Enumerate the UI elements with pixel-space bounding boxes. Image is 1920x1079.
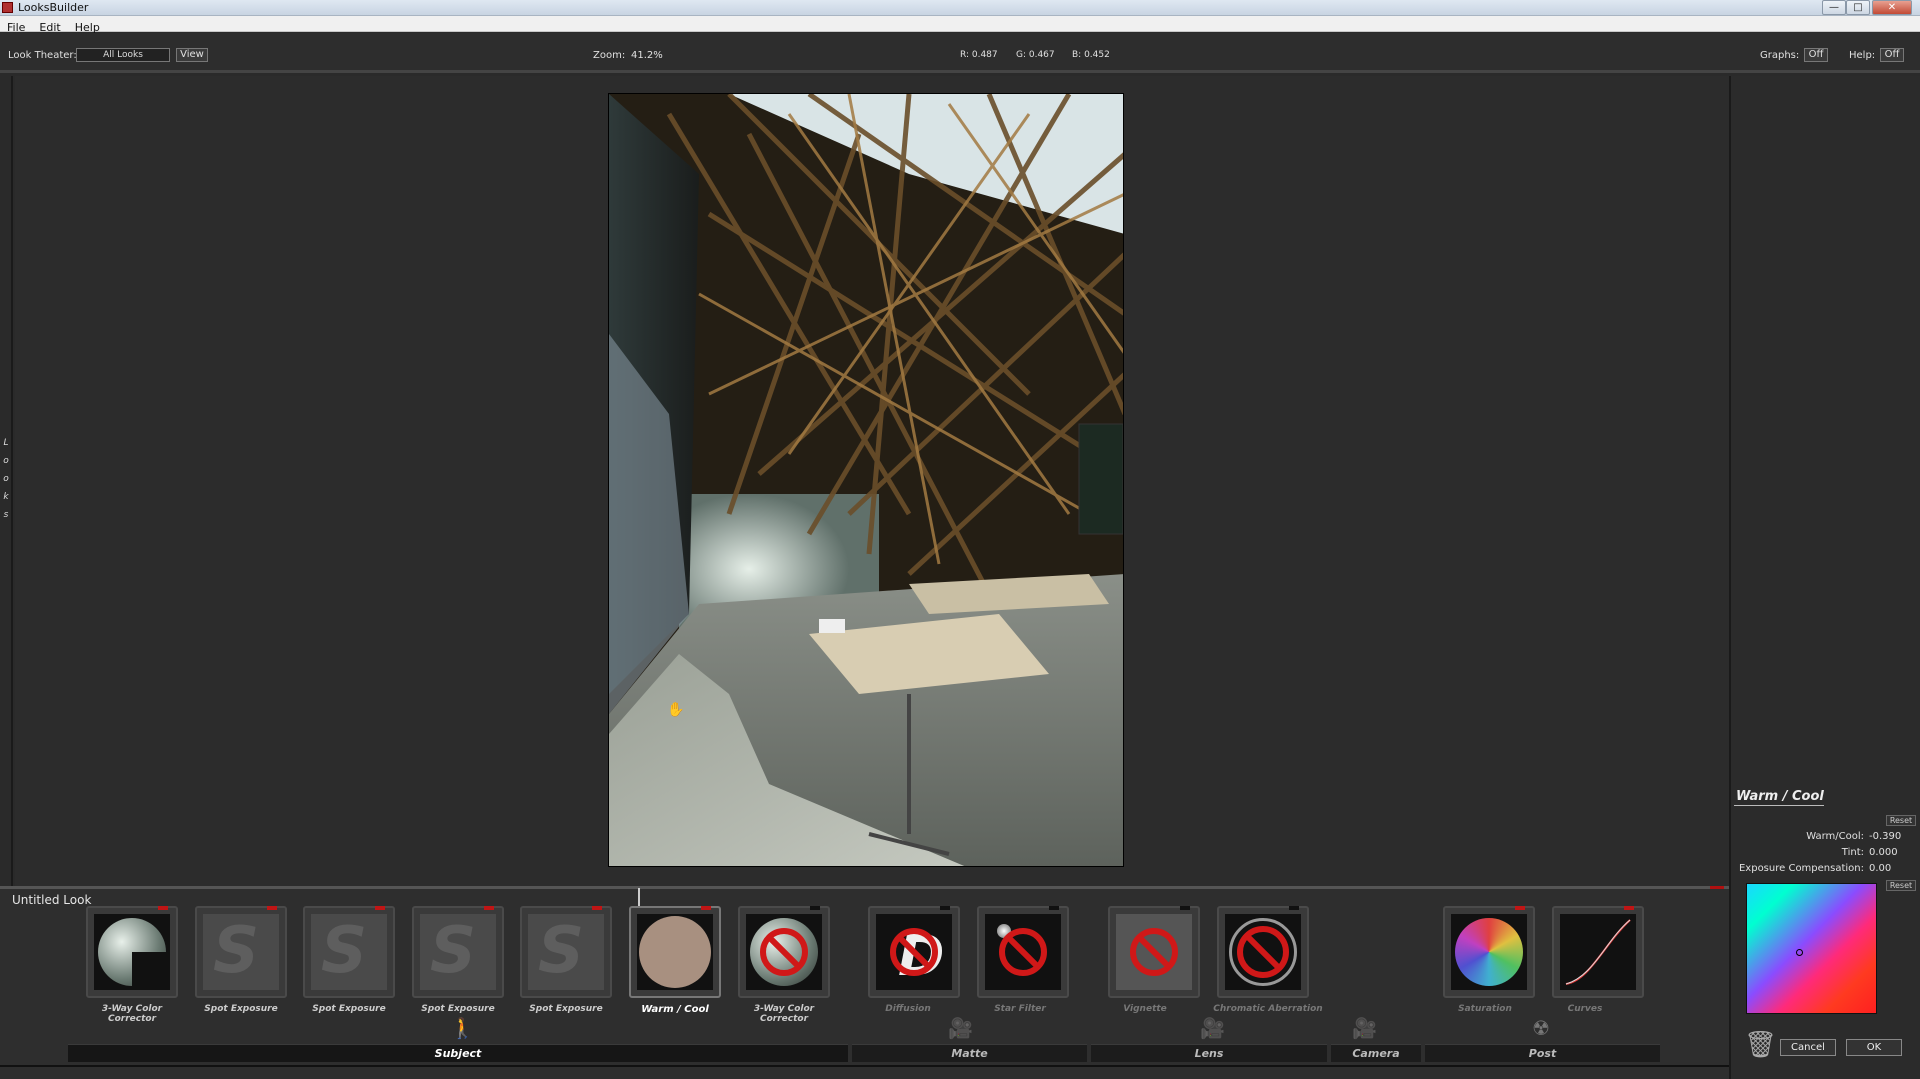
- lens-icon: 🎥: [1200, 1016, 1225, 1040]
- tool-spot-exposure-1[interactable]: S: [195, 906, 287, 998]
- view-button[interactable]: View: [176, 48, 208, 62]
- tool-label-vignette: Vignette: [1123, 1004, 1167, 1014]
- spot-exposure-icon: S: [321, 914, 368, 988]
- tint-value[interactable]: 0.000: [1869, 847, 1898, 858]
- tool-diffusion[interactable]: D: [868, 906, 960, 998]
- menu-bar: File Edit Help: [0, 16, 1920, 34]
- tool-chromatic-aberration[interactable]: [1217, 906, 1309, 998]
- saturation-wheel-icon: [1455, 918, 1523, 986]
- graphs-label: Graphs:: [1760, 50, 1800, 61]
- trash-icon[interactable]: 🗑: [1744, 1030, 1777, 1060]
- category-post[interactable]: Post: [1425, 1044, 1660, 1062]
- tint-label: Tint:: [1841, 847, 1864, 858]
- zoom-label: Zoom:: [593, 50, 626, 61]
- tool-label-3way-color-corrector: 3-Way Color Corrector: [101, 1004, 163, 1024]
- menu-help[interactable]: Help: [68, 20, 107, 34]
- warm-cool-value[interactable]: -0.390: [1869, 831, 1901, 842]
- timeline-end-marker: [1710, 886, 1724, 889]
- preview-image[interactable]: ✋: [608, 93, 1124, 867]
- menu-file[interactable]: File: [0, 20, 32, 34]
- panel-title-underline: [1734, 805, 1824, 806]
- tool-label-spot-exposure-3: Spot Exposure: [421, 1004, 495, 1014]
- help-toggle[interactable]: Off: [1880, 48, 1904, 62]
- tool-spot-exposure-2[interactable]: S: [303, 906, 395, 998]
- tool-label-chromatic-aberration: Chromatic Aberration: [1213, 1004, 1323, 1014]
- layer-insert-marker[interactable]: [638, 888, 640, 906]
- color-picker[interactable]: [1746, 883, 1877, 1014]
- color-picker-cursor[interactable]: [1796, 949, 1803, 956]
- blue-readout: B: 0.452: [1072, 50, 1110, 60]
- tool-label-spot-exposure-1: Spot Exposure: [204, 1004, 278, 1014]
- tool-saturation[interactable]: [1443, 906, 1535, 998]
- exposure-compensation-label: Exposure Compensation:: [1738, 863, 1864, 874]
- tool-label-diffusion: Diffusion: [885, 1004, 931, 1014]
- panel-title: Warm / Cool: [1736, 789, 1824, 804]
- looks-drawer-tab[interactable]: Looks: [0, 76, 13, 886]
- tool-warm-cool[interactable]: [629, 906, 721, 998]
- look-theater-label: Look Theater:: [8, 50, 77, 61]
- toolbar: Look Theater: All Looks View Zoom: 41.2%…: [0, 33, 1920, 73]
- matte-box-icon: 🎥: [948, 1016, 973, 1040]
- spot-exposure-icon: S: [538, 914, 585, 988]
- help-label: Help:: [1849, 50, 1876, 61]
- tool-label-saturation: Saturation: [1458, 1004, 1512, 1014]
- look-name[interactable]: Untitled Look: [12, 893, 91, 907]
- tool-vignette[interactable]: [1108, 906, 1200, 998]
- tool-label-star-filter: Star Filter: [994, 1004, 1046, 1014]
- tool-label-warm-cool: Warm / Cool: [641, 1004, 709, 1015]
- tool-star-filter[interactable]: [977, 906, 1069, 998]
- category-subject[interactable]: Subject: [68, 1044, 848, 1062]
- spot-exposure-icon: S: [430, 914, 477, 988]
- subject-person-icon: 🚶: [450, 1016, 475, 1040]
- green-readout: G: 0.467: [1016, 50, 1055, 60]
- camera-icon: 🎥: [1352, 1016, 1377, 1040]
- menu-edit[interactable]: Edit: [32, 20, 67, 34]
- maximize-button[interactable]: □: [1846, 0, 1870, 15]
- looks-tab-label: Looks: [3, 438, 9, 520]
- category-lens[interactable]: Lens: [1091, 1044, 1327, 1062]
- tool-label-3way-color-corrector-2: 3-Way Color Corrector: [753, 1004, 815, 1024]
- tool-label-spot-exposure-2: Spot Exposure: [312, 1004, 386, 1014]
- tool-3way-color-corrector[interactable]: [86, 906, 178, 998]
- ok-button[interactable]: OK: [1846, 1039, 1902, 1056]
- exposure-compensation-value[interactable]: 0.00: [1869, 863, 1891, 874]
- tool-3way-color-corrector-disabled[interactable]: [738, 906, 830, 998]
- tool-label-spot-exposure-4: Spot Exposure: [529, 1004, 603, 1014]
- tool-spot-exposure-3[interactable]: S: [412, 906, 504, 998]
- spot-exposure-icon: S: [213, 914, 260, 988]
- warm-cool-icon: [639, 916, 711, 988]
- tool-curves[interactable]: [1552, 906, 1644, 998]
- bottom-edge: [0, 1065, 1729, 1079]
- tool-spot-exposure-4[interactable]: S: [520, 906, 612, 998]
- red-readout: R: 0.487: [960, 50, 998, 60]
- app-icon: [2, 2, 13, 13]
- reset-button[interactable]: Reset: [1886, 815, 1916, 826]
- warm-cool-label: Warm/Cool:: [1806, 831, 1864, 842]
- zoom-value: 41.2%: [631, 50, 663, 61]
- post-radiation-icon: ☢: [1532, 1016, 1550, 1040]
- tool-label-curves: Curves: [1567, 1004, 1603, 1014]
- category-camera[interactable]: Camera: [1331, 1044, 1421, 1062]
- close-button[interactable]: ✕: [1872, 0, 1912, 15]
- category-matte[interactable]: Matte: [852, 1044, 1087, 1062]
- curves-icon: [1565, 919, 1631, 985]
- graphs-toggle[interactable]: Off: [1804, 48, 1828, 62]
- window-title: LooksBuilder: [18, 1, 89, 14]
- hand-cursor-icon: ✋: [667, 702, 685, 718]
- look-theater-select[interactable]: All Looks: [76, 48, 170, 62]
- title-bar: LooksBuilder — □ ✕: [0, 0, 1920, 16]
- cancel-button[interactable]: Cancel: [1780, 1039, 1836, 1056]
- minimize-button[interactable]: —: [1822, 0, 1846, 15]
- reset-color-button[interactable]: Reset: [1886, 880, 1916, 891]
